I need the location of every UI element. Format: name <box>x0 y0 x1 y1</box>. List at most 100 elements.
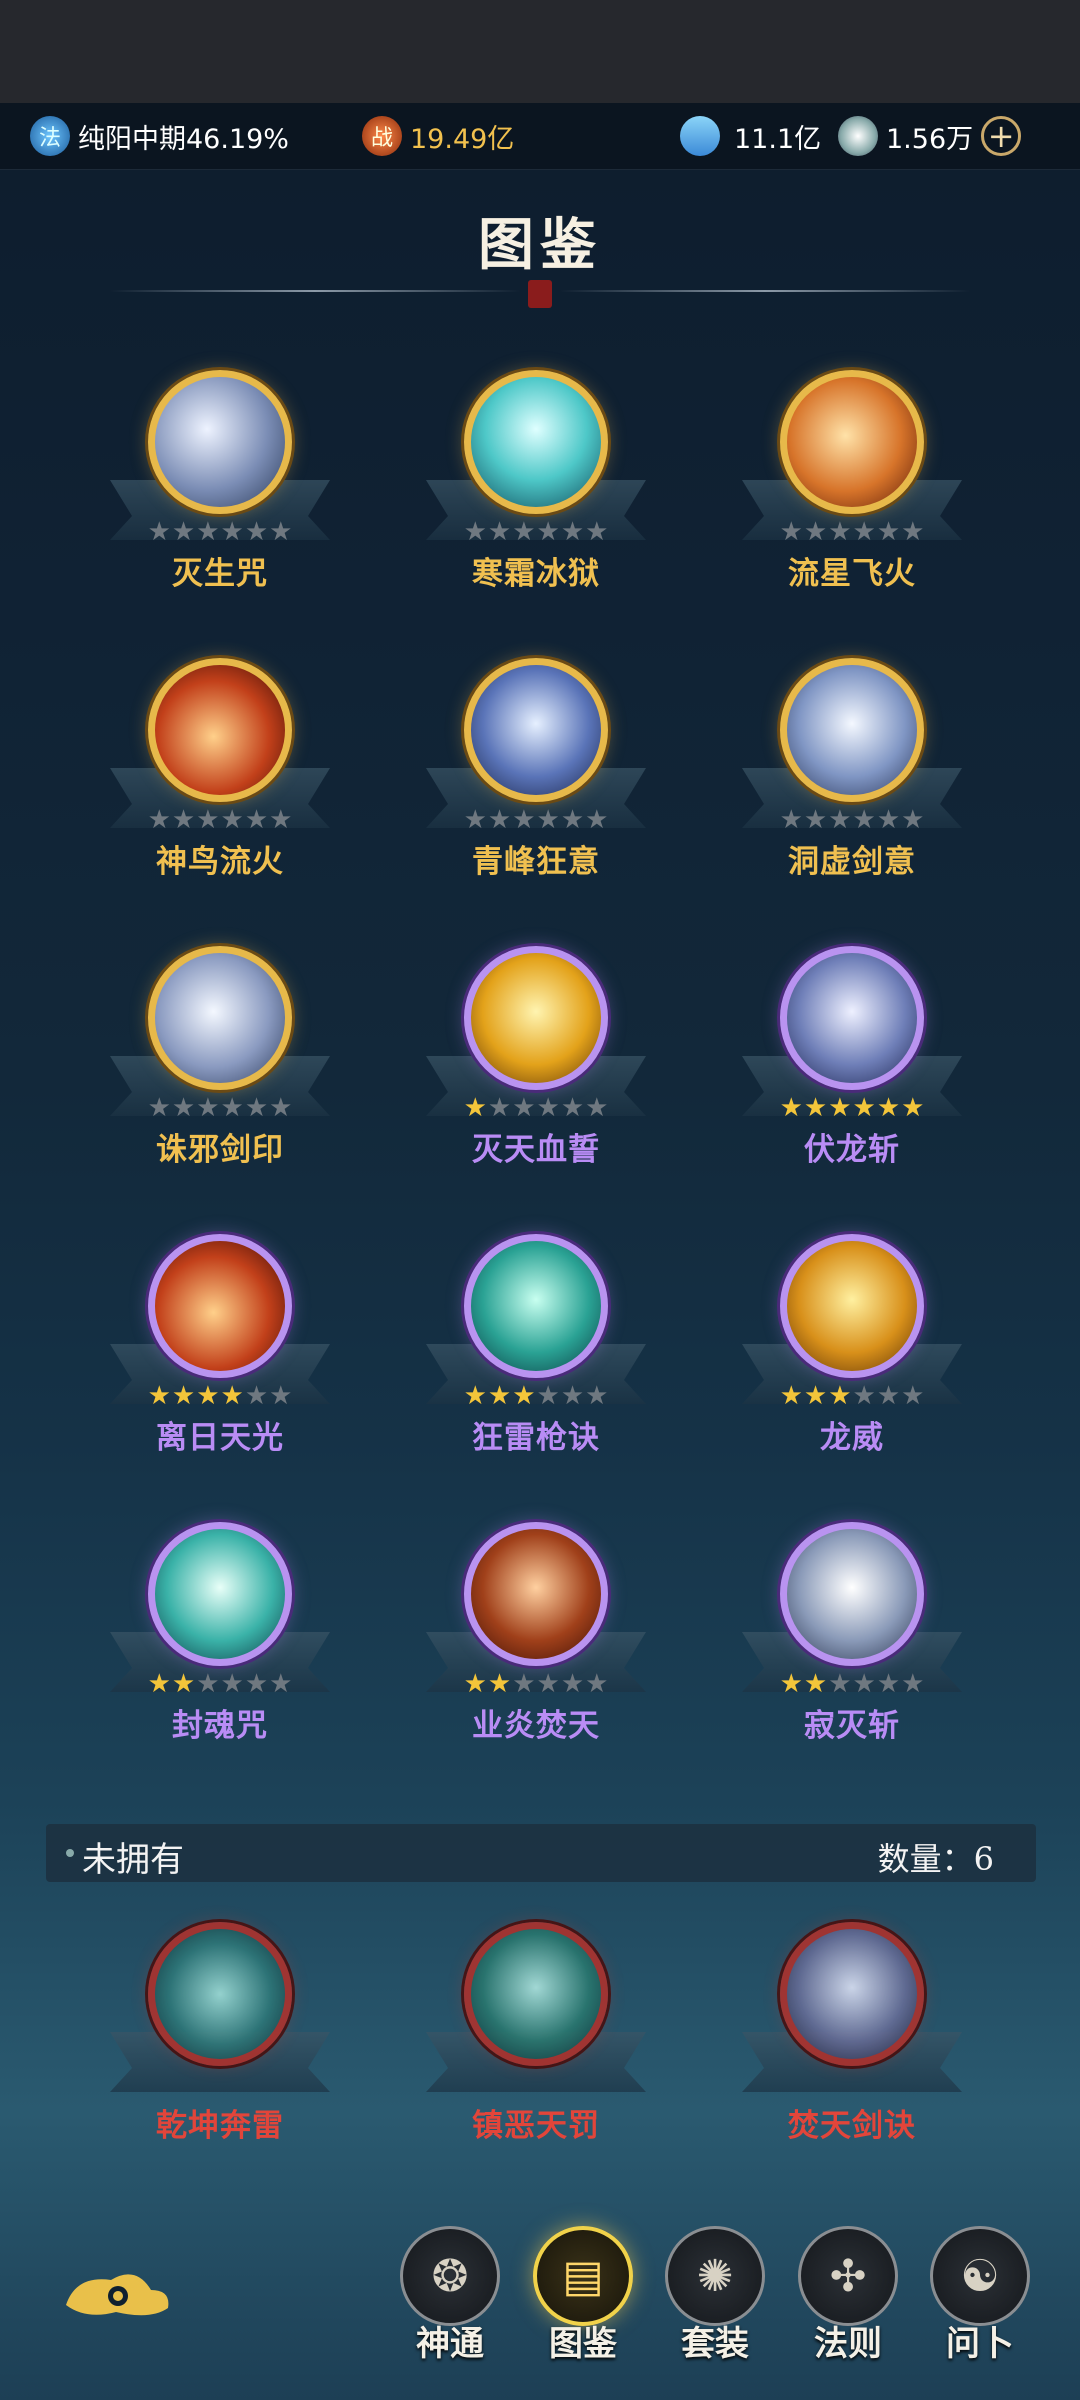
star-empty-icon: ★ <box>852 517 876 547</box>
star-empty-icon: ★ <box>560 1381 585 1411</box>
star-rating: ★ ★ ★ ★ ★ ★ <box>770 1094 934 1122</box>
star-empty-icon: ★ <box>171 517 196 547</box>
star-filled-icon: ★ <box>828 1093 852 1123</box>
skill-icon <box>780 1234 924 1378</box>
star-rating: ★ ★ ★ ★ ★ ★ <box>138 806 302 834</box>
realm-stat[interactable]: 法 纯阳中期46.19% <box>30 103 289 169</box>
star-empty-icon: ★ <box>220 1093 244 1123</box>
skill-card[interactable]: ★ ★ ★ ★ ★ ★ 伏龙斩 <box>732 946 972 1186</box>
star-empty-icon: ★ <box>779 805 803 835</box>
skill-card[interactable]: ★ ★ ★ ★ ★ ★ 业炎焚天 <box>416 1522 656 1762</box>
star-filled-icon: ★ <box>803 1669 828 1699</box>
unowned-skill-card[interactable]: 焚天剑诀 <box>732 1922 972 2162</box>
star-empty-icon: ★ <box>244 1669 269 1699</box>
skill-name: 寂灭斩 <box>804 1708 900 1744</box>
star-rating: ★ ★ ★ ★ ★ ★ <box>454 1670 618 1698</box>
nav-divination[interactable]: ☯ 问卜 <box>925 2226 1035 2376</box>
nav-label: 法则 <box>814 2324 882 2364</box>
cloud-logo-icon[interactable] <box>56 2260 176 2330</box>
star-filled-icon: ★ <box>147 1381 171 1411</box>
star-empty-icon: ★ <box>269 1093 293 1123</box>
skill-card[interactable]: ★ ★ ★ ★ ★ ★ 龙威 <box>732 1234 972 1474</box>
star-empty-icon: ★ <box>196 805 220 835</box>
skill-name: 诛邪剑印 <box>156 1132 284 1168</box>
status-bar: 法 纯阳中期46.19% 战 19.49亿 11.1亿 1.56万 + <box>0 103 1080 170</box>
spirit-stone-stat[interactable]: 11.1亿 <box>671 103 822 169</box>
star-rating: ★ ★ ★ ★ ★ ★ <box>770 806 934 834</box>
skill-card[interactable]: ★ ★ ★ ★ ★ ★ 灭天血誓 <box>416 946 656 1186</box>
star-filled-icon: ★ <box>876 1093 901 1123</box>
skill-card[interactable]: ★ ★ ★ ★ ★ ★ 神鸟流火 <box>100 658 340 898</box>
add-currency-button[interactable]: + <box>981 116 1022 156</box>
skill-name: 灭天血誓 <box>472 1132 600 1168</box>
unowned-skill-card[interactable]: 乾坤奔雷 <box>100 1922 340 2162</box>
star-filled-icon: ★ <box>463 1381 487 1411</box>
star-empty-icon: ★ <box>803 517 828 547</box>
star-empty-icon: ★ <box>220 517 244 547</box>
star-empty-icon: ★ <box>512 1093 536 1123</box>
star-empty-icon: ★ <box>196 517 220 547</box>
star-empty-icon: ★ <box>147 1093 171 1123</box>
skill-name: 离日天光 <box>156 1420 284 1456</box>
star-empty-icon: ★ <box>220 1669 244 1699</box>
star-empty-icon: ★ <box>585 1669 609 1699</box>
star-empty-icon: ★ <box>536 805 560 835</box>
skill-name: 龙威 <box>820 1420 884 1456</box>
unowned-section-header: 未拥有 数量：6 <box>46 1824 1036 1882</box>
skill-name: 业炎焚天 <box>472 1708 600 1744</box>
star-empty-icon: ★ <box>512 517 536 547</box>
star-empty-icon: ★ <box>171 805 196 835</box>
shentong-icon: ❂ <box>400 2226 500 2326</box>
star-rating: ★ ★ ★ ★ ★ ★ <box>454 806 618 834</box>
star-empty-icon: ★ <box>244 517 269 547</box>
unowned-count: 数量：6 <box>877 1840 994 1878</box>
star-filled-icon: ★ <box>487 1381 512 1411</box>
star-empty-icon: ★ <box>487 1093 512 1123</box>
star-filled-icon: ★ <box>171 1381 196 1411</box>
star-empty-icon: ★ <box>560 1093 585 1123</box>
skill-card[interactable]: ★ ★ ★ ★ ★ ★ 寒霜冰狱 <box>416 370 656 610</box>
star-empty-icon: ★ <box>560 517 585 547</box>
star-empty-icon: ★ <box>536 1093 560 1123</box>
skill-icon <box>148 370 292 514</box>
skill-name: 狂雷枪诀 <box>472 1420 600 1456</box>
star-empty-icon: ★ <box>852 1381 876 1411</box>
skill-card[interactable]: ★ ★ ★ ★ ★ ★ 青峰狂意 <box>416 658 656 898</box>
star-empty-icon: ★ <box>828 805 852 835</box>
star-filled-icon: ★ <box>220 1381 244 1411</box>
bullet-icon <box>66 1849 74 1857</box>
currency-icon <box>838 116 878 156</box>
star-empty-icon: ★ <box>269 1381 293 1411</box>
skill-card[interactable]: ★ ★ ★ ★ ★ ★ 离日天光 <box>100 1234 340 1474</box>
skill-card[interactable]: ★ ★ ★ ★ ★ ★ 灭生咒 <box>100 370 340 610</box>
power-stat[interactable]: 战 19.49亿 <box>362 103 514 169</box>
skill-card[interactable]: ★ ★ ★ ★ ★ ★ 流星飞火 <box>732 370 972 610</box>
spirit-stone-text: 11.1亿 <box>734 123 822 155</box>
skill-icon <box>780 370 924 514</box>
nav-shentong[interactable]: ❂ 神通 <box>395 2226 505 2376</box>
skill-icon <box>148 1234 292 1378</box>
skill-name: 镇恶天罚 <box>472 2108 600 2144</box>
tujian-icon: ▤ <box>533 2226 633 2326</box>
skill-icon <box>148 1922 292 2066</box>
skill-card[interactable]: ★ ★ ★ ★ ★ ★ 寂灭斩 <box>732 1522 972 1762</box>
skill-name: 乾坤奔雷 <box>156 2108 284 2144</box>
nav-tujian[interactable]: ▤ 图鉴 <box>528 2226 638 2376</box>
unowned-skill-card[interactable]: 镇恶天罚 <box>416 1922 656 2162</box>
skill-card[interactable]: ★ ★ ★ ★ ★ ★ 洞虚剑意 <box>732 658 972 898</box>
skill-card[interactable]: ★ ★ ★ ★ ★ ★ 诛邪剑印 <box>100 946 340 1186</box>
star-filled-icon: ★ <box>463 1669 487 1699</box>
nav-law[interactable]: ✣ 法则 <box>793 2226 903 2376</box>
skill-card[interactable]: ★ ★ ★ ★ ★ ★ 狂雷枪诀 <box>416 1234 656 1474</box>
skill-card[interactable]: ★ ★ ★ ★ ★ ★ 封魂咒 <box>100 1522 340 1762</box>
star-empty-icon: ★ <box>585 1093 609 1123</box>
skill-icon <box>148 946 292 1090</box>
star-rating: ★ ★ ★ ★ ★ ★ <box>454 518 618 546</box>
nav-fan[interactable]: ✺ 套装 <box>660 2226 770 2376</box>
star-empty-icon: ★ <box>852 1669 876 1699</box>
star-rating: ★ ★ ★ ★ ★ ★ <box>138 1094 302 1122</box>
star-empty-icon: ★ <box>585 1381 609 1411</box>
star-empty-icon: ★ <box>196 1669 220 1699</box>
skill-icon <box>780 1922 924 2066</box>
star-rating: ★ ★ ★ ★ ★ ★ <box>454 1094 618 1122</box>
